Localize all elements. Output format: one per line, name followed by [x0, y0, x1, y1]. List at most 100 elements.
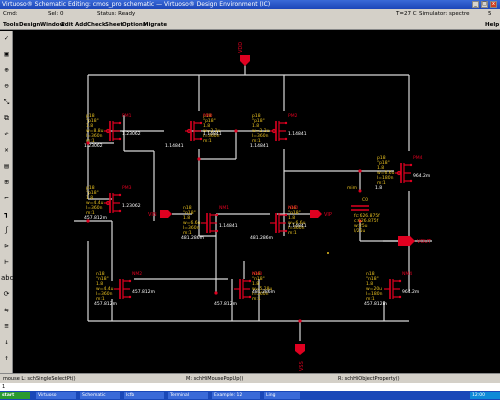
transistor-pm4[interactable]: p18"p18"1.8w=6.6ul=180nm:1PM4964.2m1.8: [375, 155, 430, 191]
transistor-nm4-name: NM4: [402, 271, 412, 277]
task-schematic[interactable]: Schematic: [80, 392, 120, 399]
transistor-nm1-v2: 481.286m: [181, 235, 204, 241]
task-icfb[interactable]: Icfb: [124, 392, 164, 399]
window-title: Virtuoso® Schematic Editing: cmos_pro sc…: [2, 1, 271, 8]
command-line[interactable]: 1: [0, 383, 500, 391]
vdd-pin[interactable]: [240, 55, 250, 66]
c0-length: l/25u: [354, 228, 365, 234]
vout-pin[interactable]: [398, 236, 415, 246]
abc-icon[interactable]: abc: [1, 273, 14, 284]
vss-pin[interactable]: [295, 344, 305, 355]
ascend-icon[interactable]: ↑: [1, 353, 12, 364]
transistor-nm0-name: NM0: [288, 205, 298, 211]
check-icon[interactable]: ✓: [1, 33, 12, 44]
status-row: Cmd: Sel: 0 Status: Ready T=27 C Simulat…: [0, 9, 500, 20]
menu-design[interactable]: Design: [19, 20, 40, 30]
c0-model: mim: [347, 185, 357, 191]
transistor-nm4[interactable]: n18"n18"1.8w=20ul=180nm:1NM4964.2m457.81…: [364, 271, 419, 307]
mirror-icon[interactable]: ⇋: [1, 305, 12, 316]
transistor-pm2[interactable]: p18"p18"1.8w=2.2ul=360nm:1PM21.148411.14…: [250, 113, 307, 149]
transistor-nm0[interactable]: n18"n18"1.8w=6.6ul=360nm:1NM01.14841481.…: [250, 205, 307, 241]
menu-migrate[interactable]: Migrate: [143, 20, 167, 30]
transistor-pm0-m: m:1: [203, 138, 212, 144]
capacitor-c0[interactable]: mim C0 fc:626.875f c:626.875f w:25u l/25…: [347, 185, 380, 234]
zoom-in-icon[interactable]: ⊕: [1, 65, 12, 76]
vin-pin[interactable]: [160, 210, 172, 218]
transistors: p18"p18"1.8w=8.8ul=360nm:1PM11.230621.23…: [84, 113, 430, 307]
transistor-nm3-name: NM3: [252, 271, 262, 277]
vip-pin-label: VIP: [324, 212, 332, 218]
transistor-nm2-v1: 457.812m: [132, 289, 155, 295]
transistor-pm4-v1: 964.2m: [413, 173, 430, 179]
vin-pin-label: VIN: [148, 212, 157, 218]
cmd-icon[interactable]: ⊢: [1, 257, 12, 268]
transistor-nm0-v2: 481.286m: [250, 235, 273, 241]
undo-icon[interactable]: ↶: [1, 129, 12, 140]
menu-help[interactable]: Help: [485, 20, 499, 30]
wide-wire-icon[interactable]: ┓: [1, 209, 12, 220]
transistor-nm1-v1: 1.14841: [219, 223, 238, 229]
transistor-pm0-v1: 1.14841: [203, 131, 222, 137]
save-icon[interactable]: ▣: [1, 49, 12, 60]
title-bar: Virtuoso® Schematic Editing: cmos_pro sc…: [0, 0, 500, 9]
menu-edit[interactable]: Edit: [61, 20, 73, 30]
status-label: Status: Ready: [97, 11, 136, 17]
taskbar-clock: 12:00: [470, 392, 500, 399]
schematic-canvas[interactable]: VDD VSS VIN VIP VOUT p18 "p18" 1.8 w=8.8u l=…: [14, 31, 500, 373]
transistor-nm3-v1: 481.286m: [252, 289, 275, 295]
temp-label: T=27 C: [396, 11, 417, 17]
transistor-pm1-name: PM1: [122, 113, 132, 119]
menu-sheet[interactable]: Sheet: [105, 20, 123, 30]
transistor-nm2[interactable]: n18"n18"1.8w=4.4ul=360nm:1NM2457.812m457…: [94, 271, 155, 307]
transistor-nm3-v2: 457.812m: [214, 301, 237, 307]
copy-icon[interactable]: ⧉: [1, 113, 12, 124]
rotate-icon[interactable]: ⟳: [1, 289, 12, 300]
transistor-pm3[interactable]: p18"p18"1.8w=4.4ul=360nm:1PM31.23062457.…: [84, 185, 141, 221]
transistor-nm0-m: m:1: [288, 230, 297, 236]
vip-pin[interactable]: [310, 210, 322, 218]
minimize-button[interactable]: _: [472, 1, 479, 8]
marker-dot: [327, 252, 329, 254]
transistor-nm2-v2: 457.812m: [94, 301, 117, 307]
c0-name: C0: [362, 197, 368, 203]
corner-label: 5: [488, 11, 492, 17]
stretch-icon[interactable]: ⤡: [1, 97, 12, 108]
vout-pin-label: VOUT: [417, 239, 432, 245]
label-icon[interactable]: ʃ: [1, 225, 12, 236]
task-terminal[interactable]: Terminal: [168, 392, 208, 399]
close-button[interactable]: x: [490, 1, 497, 8]
transistor-pm2-name: PM2: [288, 113, 298, 119]
sel-label: Sel: 0: [48, 11, 64, 17]
pin-icon[interactable]: ⊳: [1, 241, 12, 252]
menu-check[interactable]: Check: [87, 20, 106, 30]
bus-icon[interactable]: ≡: [1, 321, 12, 332]
start-button[interactable]: start: [0, 392, 30, 399]
menu-tools[interactable]: Tools: [3, 20, 19, 30]
descend-icon[interactable]: ↓: [1, 337, 12, 348]
menu-add[interactable]: Add: [75, 20, 87, 30]
properties-icon[interactable]: ▤: [1, 161, 12, 172]
task-ling[interactable]: Ling: [264, 392, 300, 399]
schematic-drawing: VDD VSS VIN VIP VOUT p18"p18"1.8w=8.8ul=…: [74, 42, 432, 371]
task-example[interactable]: Example: 12: [212, 392, 260, 399]
transistor-pm4-name: PM4: [413, 155, 423, 161]
transistor-nm2-name: NM2: [132, 271, 142, 277]
task-virtuoso[interactable]: Virtuoso: [36, 392, 76, 399]
transistor-nm4-v1: 964.2m: [402, 289, 419, 295]
app-window: Virtuoso® Schematic Editing: cmos_pro sc…: [0, 0, 500, 400]
transistor-pm2-v2: 1.14841: [250, 143, 269, 149]
wire-icon[interactable]: ⌐: [1, 193, 12, 204]
mouse-binding-bar: mouse L: schSingleSelectPt() M: schHiMou…: [0, 373, 500, 383]
maximize-button[interactable]: □: [481, 1, 488, 8]
transistor-nm3-m: m:1: [252, 296, 261, 302]
delete-icon[interactable]: ✕: [1, 145, 12, 156]
transistor-nm0-v1: 1.14841: [288, 223, 307, 229]
vdd-pin-label: VDD: [238, 42, 244, 53]
instance-icon[interactable]: ⊞: [1, 177, 12, 188]
cmd-label: Cmd:: [3, 11, 18, 17]
zoom-out-icon[interactable]: ⊖: [1, 81, 12, 92]
vss-pin-label: VSS: [299, 361, 305, 371]
transistor-pm1-v1: 1.23062: [122, 131, 141, 137]
transistor-nm1-name: NM1: [219, 205, 229, 211]
transistor-pm4-v2: 1.8: [375, 185, 382, 191]
